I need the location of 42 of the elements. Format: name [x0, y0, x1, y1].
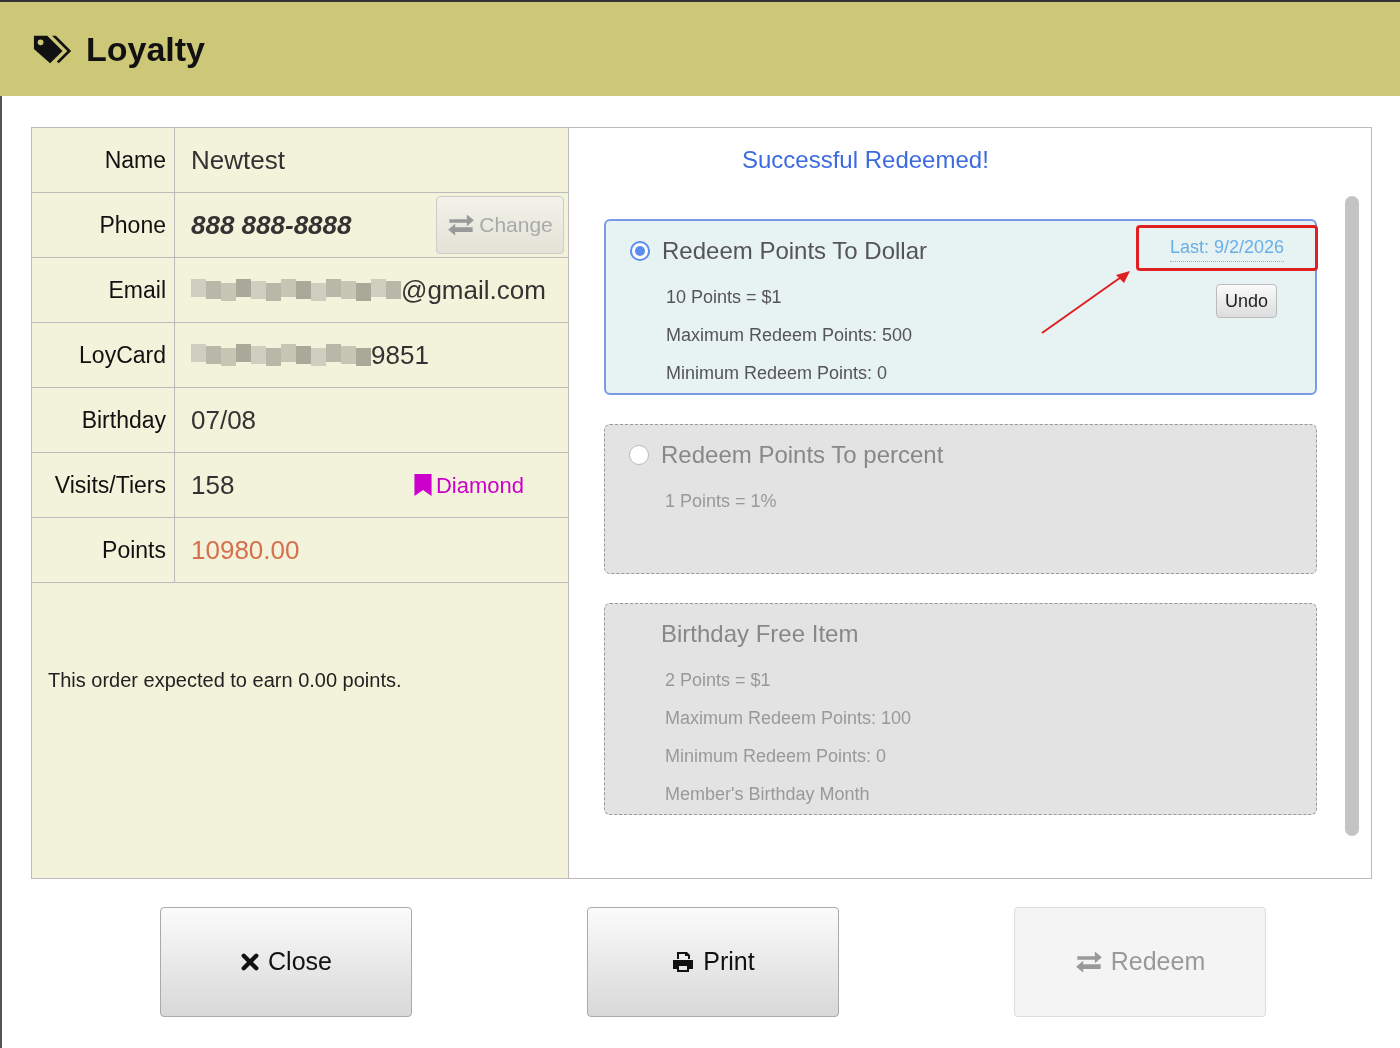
- scrollbar[interactable]: [1345, 196, 1359, 836]
- tier-label: Diamond: [435, 471, 524, 500]
- option-title: Birthday Free Item: [661, 619, 859, 649]
- field-label: Phone: [32, 193, 175, 257]
- field-label: Email: [32, 258, 175, 322]
- option-detail: 1 Points = 1%: [665, 490, 777, 513]
- option-detail: Minimum Redeem Points: 0: [665, 745, 887, 768]
- field-label: Points: [32, 518, 175, 582]
- field-label: Birthday: [32, 388, 175, 452]
- option-detail: Maximum Redeem Points: 500: [666, 324, 913, 347]
- printer-icon: [671, 950, 696, 974]
- action-button[interactable]: Print: [587, 907, 839, 1017]
- success-message: Successful Redeemed!: [742, 145, 989, 175]
- window-title: Loyalty: [86, 28, 206, 70]
- field-label: Name: [32, 128, 175, 192]
- option-title: Redeem Points To percent: [661, 440, 944, 470]
- exchange-icon: [447, 213, 476, 237]
- last-redeemed-date: Last: 9/2/2026: [1169, 234, 1285, 262]
- option-detail: 2 Points = $1: [665, 669, 771, 692]
- field-label: Visits/Tiers: [32, 453, 175, 517]
- field-label: LoyCard: [32, 323, 175, 387]
- option-detail: 10 Points = $1: [666, 286, 782, 309]
- radio-button[interactable]: [629, 445, 649, 465]
- option-detail: Member's Birthday Month: [665, 783, 870, 806]
- field-value: 888 888-8888: [191, 208, 352, 242]
- option-detail: Maximum Redeem Points: 100: [665, 707, 912, 730]
- field-value: 9851: [371, 338, 429, 372]
- action-button[interactable]: Close: [160, 907, 412, 1017]
- radio-button[interactable]: [630, 241, 650, 261]
- undo-button[interactable]: Undo: [1215, 284, 1277, 318]
- option-card[interactable]: Redeem Points To Dollar 10 Points = $1 Maximum Redeem Points: 500 Minimum Redeem Points: 0 Last: 9/2/2026 Undo: [604, 219, 1317, 395]
- field-value: Newtest: [191, 143, 285, 177]
- bookmark-icon: [413, 474, 432, 496]
- field-value: 10980.00: [191, 533, 300, 567]
- close-icon: [240, 952, 261, 972]
- option-title: Redeem Points To Dollar: [662, 236, 928, 266]
- option-detail: Minimum Redeem Points: 0: [666, 362, 888, 385]
- field-value: 07/08: [191, 403, 257, 437]
- earn-note: This order expected to earn 0.00 points.: [48, 669, 402, 691]
- field-value: 158: [191, 468, 235, 502]
- field-value: @gmail.com: [401, 273, 546, 307]
- exchange-icon: [1074, 950, 1103, 974]
